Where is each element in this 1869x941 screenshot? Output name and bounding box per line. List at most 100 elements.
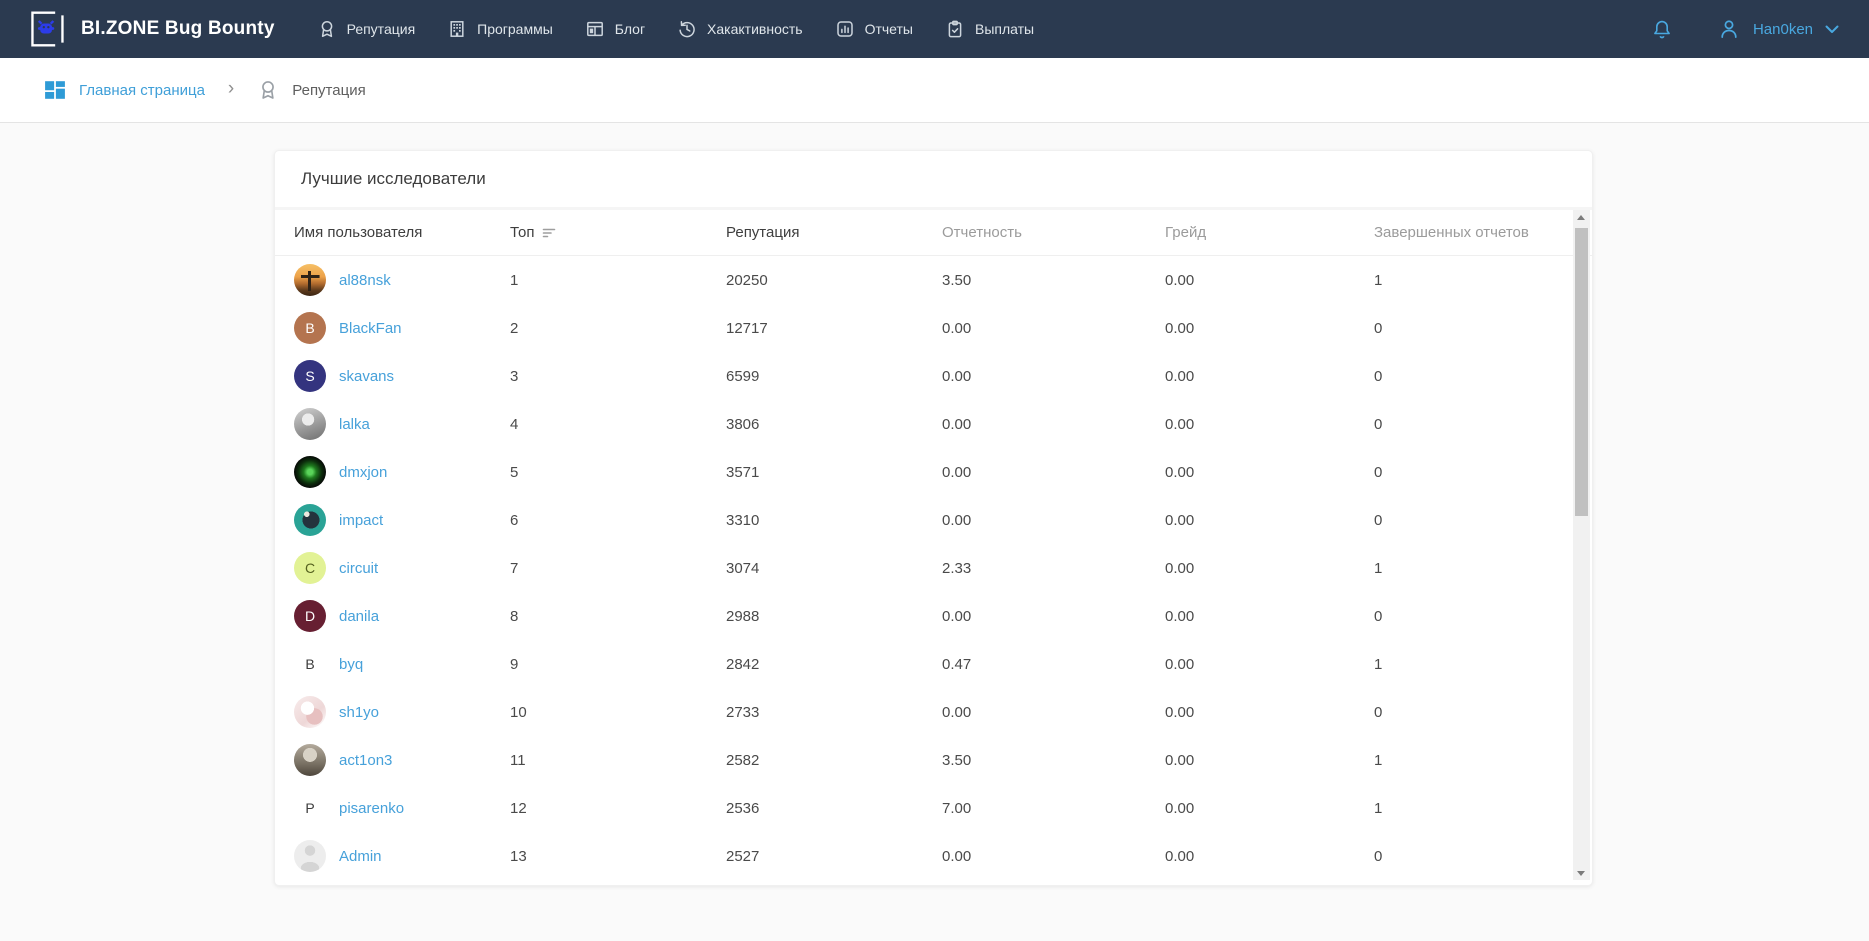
breadcrumb-current: Репутация [292, 82, 365, 99]
reputation-cell: 12717 [726, 320, 942, 337]
nav-item-Программы[interactable]: Программы [447, 19, 553, 39]
avatar [294, 408, 326, 440]
top-cell: 8 [510, 608, 726, 625]
reporting-cell: 3.50 [942, 272, 1165, 289]
username-link[interactable]: al88nsk [339, 272, 391, 289]
completed-reports-cell: 0 [1374, 608, 1592, 625]
username-link[interactable]: dmxjon [339, 464, 387, 481]
column-header[interactable]: Репутация [726, 224, 942, 241]
reputation-cell: 20250 [726, 272, 942, 289]
table-row: act1on3 11 2582 3.50 0.00 1 [275, 736, 1592, 784]
username-link[interactable]: impact [339, 512, 383, 529]
reporting-cell: 0.00 [942, 464, 1165, 481]
completed-reports-cell: 0 [1374, 368, 1592, 385]
nav-item-label: Блог [615, 21, 645, 37]
nav-item-Хакактивность[interactable]: Хакактивность [677, 19, 803, 39]
grade-cell: 0.00 [1165, 704, 1374, 721]
reputation-cell: 2527 [726, 848, 942, 865]
reputation-cell: 2842 [726, 656, 942, 673]
column-header[interactable]: Имя пользователя [294, 224, 510, 241]
brand-logo[interactable]: BI.ZONE Bug Bounty [27, 9, 275, 49]
nav-item-label: Выплаты [975, 21, 1034, 37]
leaderboard-card: Лучшие исследователи Имя пользователя То… [274, 150, 1593, 886]
table-row: lalka 4 3806 0.00 0.00 0 [275, 400, 1592, 448]
breadcrumb-home-link[interactable]: Главная страница [79, 82, 205, 99]
reputation-cell: 2582 [726, 752, 942, 769]
top-cell: 5 [510, 464, 726, 481]
table-row: C circuit 7 3074 2.33 0.00 1 [275, 544, 1592, 592]
scrollbar-down-arrow[interactable] [1573, 865, 1590, 880]
brand-title: BI.ZONE Bug Bounty [81, 18, 275, 40]
username-link[interactable]: danila [339, 608, 379, 625]
grade-cell: 0.00 [1165, 464, 1374, 481]
column-header[interactable]: Топ [510, 224, 726, 241]
table-scrollbar[interactable] [1573, 210, 1590, 880]
username-link[interactable]: sh1yo [339, 704, 379, 721]
column-header[interactable]: Грейд [1165, 224, 1374, 241]
blog-icon [585, 19, 605, 39]
bizone-bug-logo-icon [27, 9, 67, 49]
grade-cell: 0.00 [1165, 752, 1374, 769]
reporting-cell: 0.00 [942, 512, 1165, 529]
reputation-cell: 2536 [726, 800, 942, 817]
top-cell: 10 [510, 704, 726, 721]
nav-item-Отчеты[interactable]: Отчеты [835, 19, 913, 39]
top-cell: 9 [510, 656, 726, 673]
nav-item-Репутация[interactable]: Репутация [317, 19, 416, 39]
username-link[interactable]: Admin [339, 848, 382, 865]
reputation-cell: 2733 [726, 704, 942, 721]
username-link[interactable]: byq [339, 656, 363, 673]
username-link[interactable]: pisarenko [339, 800, 404, 817]
reporting-cell: 0.00 [942, 416, 1165, 433]
scrollbar-thumb[interactable] [1575, 228, 1588, 516]
reporting-cell: 0.00 [942, 608, 1165, 625]
payments-icon [945, 19, 965, 39]
username-link[interactable]: lalka [339, 416, 370, 433]
grade-cell: 0.00 [1165, 512, 1374, 529]
column-header[interactable]: Завершенных отчетов [1374, 224, 1552, 241]
reporting-cell: 0.00 [942, 368, 1165, 385]
grade-cell: 0.00 [1165, 560, 1374, 577]
table-header-row: Имя пользователя Топ Репутация Отчетност… [275, 210, 1592, 256]
completed-reports-cell: 1 [1374, 752, 1592, 769]
nav-item-label: Хакактивность [707, 21, 803, 37]
username-link[interactable]: act1on3 [339, 752, 392, 769]
table-row: Admin 13 2527 0.00 0.00 0 [275, 832, 1592, 880]
table-row: sh1yo 10 2733 0.00 0.00 0 [275, 688, 1592, 736]
scrollbar-up-arrow[interactable] [1573, 210, 1590, 225]
avatar: C [294, 552, 326, 584]
report-chart-icon [835, 19, 855, 39]
notifications-bell-icon[interactable] [1651, 18, 1673, 40]
avatar [294, 456, 326, 488]
nav-item-label: Программы [477, 21, 553, 37]
reputation-cell: 3571 [726, 464, 942, 481]
table-row: impact 6 3310 0.00 0.00 0 [275, 496, 1592, 544]
nav-item-Блог[interactable]: Блог [585, 19, 645, 39]
username-link[interactable]: circuit [339, 560, 378, 577]
avatar [294, 264, 326, 296]
table-row: S skavans 3 6599 0.00 0.00 0 [275, 352, 1592, 400]
card-header: Лучшие исследователи [275, 151, 1592, 210]
nav-item-Выплаты[interactable]: Выплаты [945, 19, 1034, 39]
chevron-down-icon [1825, 25, 1839, 34]
reporting-cell: 0.47 [942, 656, 1165, 673]
completed-reports-cell: 1 [1374, 800, 1592, 817]
reporting-cell: 2.33 [942, 560, 1165, 577]
medal-icon [317, 19, 337, 39]
reputation-cell: 6599 [726, 368, 942, 385]
username-link[interactable]: skavans [339, 368, 394, 385]
top-cell: 2 [510, 320, 726, 337]
avatar: B [294, 648, 326, 680]
leaderboard-table: Имя пользователя Топ Репутация Отчетност… [275, 210, 1592, 882]
completed-reports-cell: 0 [1374, 320, 1592, 337]
reporting-cell: 0.00 [942, 704, 1165, 721]
username-link[interactable]: BlackFan [339, 320, 402, 337]
home-grid-icon[interactable] [44, 79, 66, 101]
reporting-cell: 7.00 [942, 800, 1165, 817]
completed-reports-cell: 1 [1374, 656, 1592, 673]
completed-reports-cell: 0 [1374, 848, 1592, 865]
reputation-cell: 2988 [726, 608, 942, 625]
user-menu[interactable]: Han0ken [1717, 17, 1839, 41]
column-header[interactable]: Отчетность [942, 224, 1165, 241]
table-row: P pisarenko 12 2536 7.00 0.00 1 [275, 784, 1592, 832]
